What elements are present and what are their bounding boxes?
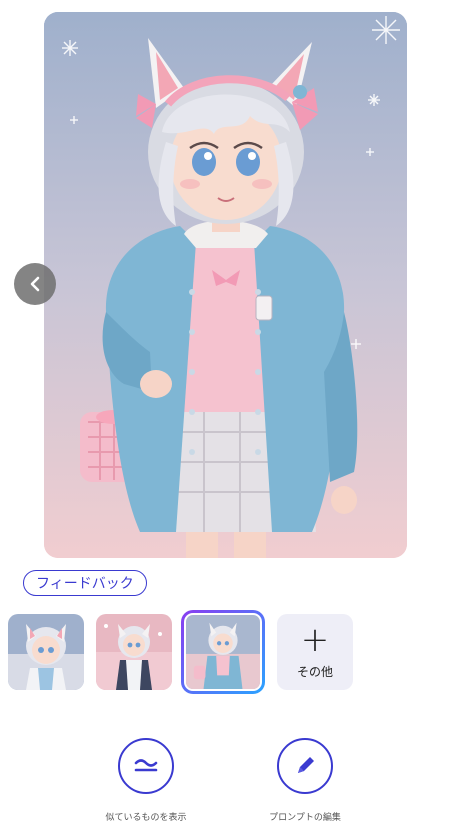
edit-prompt-action[interactable]: プロンプトの編集 — [245, 738, 365, 823]
feedback-button[interactable]: フィードバック — [23, 570, 147, 596]
edit-prompt-label: プロンプトの編集 — [269, 813, 341, 823]
main-image — [44, 12, 407, 558]
chevron-left-icon — [30, 276, 40, 292]
thumbnail-image — [8, 614, 84, 690]
thumbnail-frame — [184, 613, 262, 691]
pen-icon — [298, 757, 314, 773]
previous-image-button[interactable] — [14, 263, 56, 305]
plus-icon: + — [300, 619, 330, 660]
thumbnail-image — [96, 614, 172, 690]
thumbnail-image — [186, 615, 260, 689]
approx-equal-icon — [134, 759, 158, 772]
thumbnail-2[interactable] — [96, 614, 172, 690]
thumbnail-1[interactable] — [8, 614, 84, 690]
thumbnail-3-selected[interactable] — [181, 610, 265, 694]
show-similar-action[interactable]: 似ているものを表示 — [86, 738, 206, 823]
more-button[interactable]: + その他 — [277, 614, 353, 690]
anime-girl-illustration — [44, 12, 407, 558]
show-similar-label: 似ているものを表示 — [105, 813, 187, 823]
more-label: その他 — [296, 664, 333, 679]
thumbnail-image-wrap — [186, 615, 260, 689]
show-similar-button[interactable] — [118, 738, 174, 794]
edit-prompt-button[interactable] — [277, 738, 333, 794]
